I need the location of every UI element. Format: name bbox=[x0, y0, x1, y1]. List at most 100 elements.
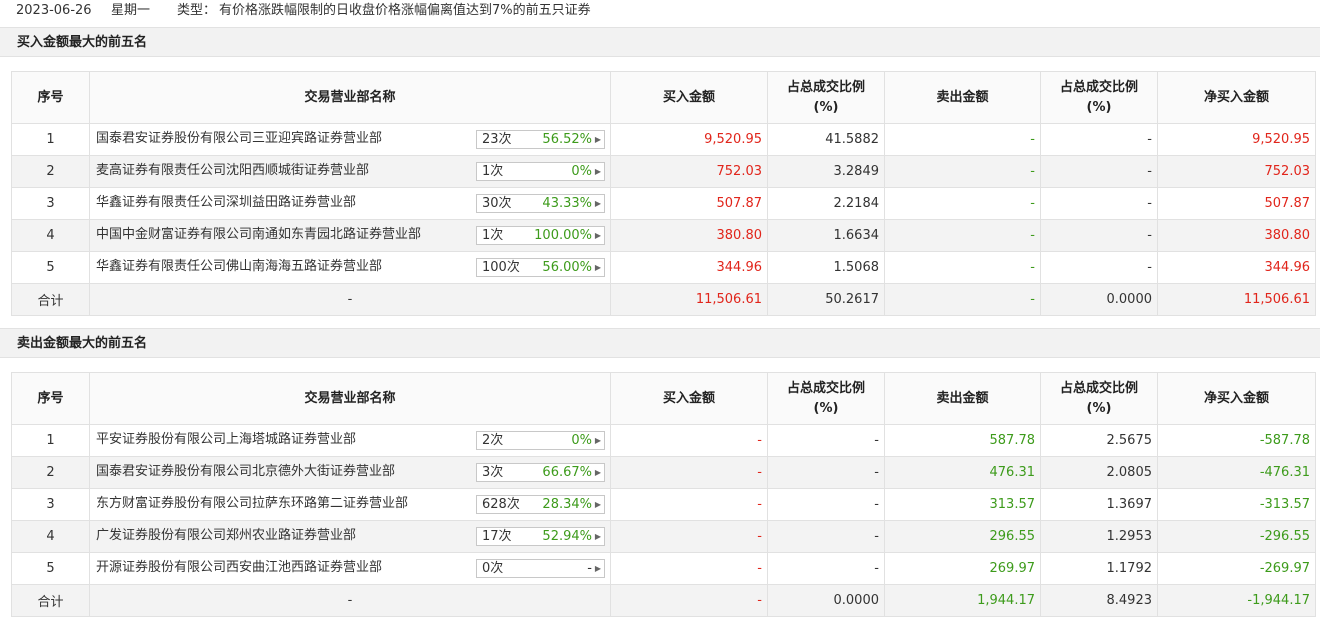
sell-pct-cell: - bbox=[1040, 155, 1158, 188]
branch-cell: 平安证券股份有限公司上海塔城路证券营业部 2次 0% ▶ bbox=[89, 424, 611, 457]
net-amount-cell: -313.57 bbox=[1157, 488, 1316, 521]
rank-cell: 4 bbox=[11, 520, 90, 553]
branch-times: 100次 bbox=[482, 260, 520, 275]
branch-cell: 华鑫证券有限责任公司佛山南海海五路证券营业部 100次 56.00% ▶ bbox=[89, 251, 611, 284]
branch-name-link[interactable]: 华鑫证券有限责任公司佛山南海海五路证券营业部 bbox=[96, 253, 382, 283]
table-row: 1 平安证券股份有限公司上海塔城路证券营业部 2次 0% ▶ - -587.78 2.5675… bbox=[11, 424, 1316, 457]
branch-name-link[interactable]: 麦高证券有限责任公司沈阳西顺城街证券营业部 bbox=[96, 157, 369, 187]
buy-amount-cell: - bbox=[610, 488, 768, 521]
buy-pct-cell: 1.6634 bbox=[767, 219, 885, 252]
table-row: 3 华鑫证券有限责任公司深圳益田路证券营业部 30次 43.33% ▶ 507.87 2.2… bbox=[11, 187, 1316, 220]
branch-stats-button[interactable]: 100次 56.00% ▶ bbox=[476, 258, 605, 277]
buy-amount-cell: - bbox=[610, 456, 768, 489]
col-buy-pct-line2: (%) bbox=[813, 400, 839, 416]
total-row: 合计 -11,506.61 50.2617-0.0000 11,506.61 bbox=[11, 283, 1316, 316]
branch-name-link[interactable]: 国泰君安证券股份有限公司北京德外大街证券营业部 bbox=[96, 458, 395, 488]
buy-pct-cell: 2.2184 bbox=[767, 187, 885, 220]
table-row: 5 华鑫证券有限责任公司佛山南海海五路证券营业部 100次 56.00% ▶ 344.96… bbox=[11, 251, 1316, 284]
col-net: 净买入金额 bbox=[1157, 372, 1316, 425]
branch-name-link[interactable]: 中国中金财富证券有限公司南通如东青园北路证券营业部 bbox=[96, 221, 421, 251]
col-sell: 卖出金额 bbox=[884, 71, 1041, 124]
sell-pct-cell: 1.2953 bbox=[1040, 520, 1158, 553]
col-rank: 序号 bbox=[11, 71, 90, 124]
branch-cell: 国泰君安证券股份有限公司北京德外大街证券营业部 3次 66.67% ▶ bbox=[89, 456, 611, 489]
caret-right-icon: ▶ bbox=[594, 231, 601, 240]
branch-times: 3次 bbox=[482, 465, 504, 480]
sell-table: 序号 交易营业部名称 买入金额 占总成交比例 (%) 卖出金额 占总成交比例 (%)… bbox=[11, 372, 1316, 617]
branch-cell: 东方财富证券股份有限公司拉萨东环路第二证券营业部 628次 28.34% ▶ bbox=[89, 488, 611, 521]
col-buy-pct-line1: 占总成交比例 bbox=[786, 380, 865, 396]
sell-amount-cell: 313.57 bbox=[884, 488, 1041, 521]
weekday: 星期一 bbox=[111, 3, 151, 18]
buy-pct-cell: - bbox=[767, 456, 885, 489]
branch-name-link[interactable]: 东方财富证券股份有限公司拉萨东环路第二证券营业部 bbox=[96, 490, 408, 520]
caret-right-icon: ▶ bbox=[594, 564, 601, 573]
net-amount-cell: 9,520.95 bbox=[1157, 123, 1316, 156]
total-name: - bbox=[89, 584, 611, 617]
total-buy: 11,506.61 bbox=[610, 283, 768, 316]
branch-stats-button[interactable]: 30次 43.33% ▶ bbox=[476, 194, 605, 213]
col-sell-pct-line1: 占总成交比例 bbox=[1059, 380, 1138, 396]
sell-amount-cell: 296.55 bbox=[884, 520, 1041, 553]
branch-stats-button[interactable]: 3次 66.67% ▶ bbox=[476, 463, 605, 482]
sell-amount-cell: - bbox=[884, 123, 1041, 156]
total-sell-pct: 0.0000 bbox=[1040, 283, 1158, 316]
buy-amount-cell: - bbox=[610, 552, 768, 585]
total-sell: 1,944.17 bbox=[884, 584, 1041, 617]
sell-amount-cell: - bbox=[884, 155, 1041, 188]
sell-pct-cell: - bbox=[1040, 251, 1158, 284]
branch-cell: 中国中金财富证券有限公司南通如东青园北路证券营业部 1次 100.00% ▶ bbox=[89, 219, 611, 252]
type-label: 类型： bbox=[177, 3, 217, 18]
col-rank: 序号 bbox=[11, 372, 90, 425]
branch-stats-button[interactable]: 1次 100.00% ▶ bbox=[476, 226, 605, 245]
net-amount-cell: -296.55 bbox=[1157, 520, 1316, 553]
col-buy-pct: 占总成交比例 (%) bbox=[767, 372, 885, 425]
sell-pct-cell: 2.0805 bbox=[1040, 456, 1158, 489]
rank-cell: 2 bbox=[11, 456, 90, 489]
branch-stats-button[interactable]: 2次 0% ▶ bbox=[476, 431, 605, 450]
col-name: 交易营业部名称 bbox=[89, 71, 611, 124]
branch-stats-button[interactable]: 1次 0% ▶ bbox=[476, 162, 605, 181]
buy-table-body: 1 国泰君安证券股份有限公司三亚迎宾路证券营业部 23次 56.52% ▶ 9,520.9… bbox=[11, 123, 1316, 316]
total-sell: - bbox=[884, 283, 1041, 316]
table-row: 4 中国中金财富证券有限公司南通如东青园北路证券营业部 1次 100.00% ▶ 380.… bbox=[11, 219, 1316, 252]
total-row: 合计 - -0.0000 1,944.17 8.4923 -1,944.17 bbox=[11, 584, 1316, 617]
caret-right-icon: ▶ bbox=[594, 263, 601, 272]
table-row: 1 国泰君安证券股份有限公司三亚迎宾路证券营业部 23次 56.52% ▶ 9,520.9… bbox=[11, 123, 1316, 156]
table-row: 3 东方财富证券股份有限公司拉萨东环路第二证券营业部 628次 28.34% ▶ - -31… bbox=[11, 488, 1316, 521]
buy-pct-cell: - bbox=[767, 424, 885, 457]
buy-amount-cell: 9,520.95 bbox=[610, 123, 768, 156]
sell-pct-cell: - bbox=[1040, 123, 1158, 156]
branch-name-link[interactable]: 开源证券股份有限公司西安曲江池西路证券营业部 bbox=[96, 554, 382, 584]
type-text: 有价格涨跌幅限制的日收盘价格涨幅偏离值达到7%的前五只证券 bbox=[219, 3, 591, 18]
buy-amount-cell: 507.87 bbox=[610, 187, 768, 220]
branch-cell: 国泰君安证券股份有限公司三亚迎宾路证券营业部 23次 56.52% ▶ bbox=[89, 123, 611, 156]
buy-pct-cell: - bbox=[767, 552, 885, 585]
buy-pct-cell: 41.5882 bbox=[767, 123, 885, 156]
branch-times: 2次 bbox=[482, 433, 504, 448]
table-row: 5 开源证券股份有限公司西安曲江池西路证券营业部 0次 - ▶ - -269.97 1.179… bbox=[11, 552, 1316, 585]
branch-name-link[interactable]: 广发证券股份有限公司郑州农业路证券营业部 bbox=[96, 522, 356, 552]
caret-right-icon: ▶ bbox=[594, 135, 601, 144]
branch-stats-button[interactable]: 0次 - ▶ bbox=[476, 559, 605, 578]
branch-stats-button[interactable]: 628次 28.34% ▶ bbox=[476, 495, 605, 514]
total-label: 合计 bbox=[11, 584, 90, 617]
caret-right-icon: ▶ bbox=[594, 468, 601, 477]
caret-right-icon: ▶ bbox=[594, 436, 601, 445]
branch-name-link[interactable]: 国泰君安证券股份有限公司三亚迎宾路证券营业部 bbox=[96, 125, 382, 155]
branch-times: 1次 bbox=[482, 228, 504, 243]
col-sell-pct-line2: (%) bbox=[1086, 400, 1112, 416]
branch-name-link[interactable]: 华鑫证券有限责任公司深圳益田路证券营业部 bbox=[96, 189, 356, 219]
total-buy-pct: 0.0000 bbox=[767, 584, 885, 617]
branch-stats-button[interactable]: 17次 52.94% ▶ bbox=[476, 527, 605, 546]
table-row: 2 国泰君安证券股份有限公司北京德外大街证券营业部 3次 66.67% ▶ - -476.3… bbox=[11, 456, 1316, 489]
rank-cell: 5 bbox=[11, 552, 90, 585]
rank-cell: 3 bbox=[11, 488, 90, 521]
sell-amount-cell: 269.97 bbox=[884, 552, 1041, 585]
branch-name-link[interactable]: 平安证券股份有限公司上海塔城路证券营业部 bbox=[96, 426, 356, 456]
total-label: 合计 bbox=[11, 283, 90, 316]
branch-stats-button[interactable]: 23次 56.52% ▶ bbox=[476, 130, 605, 149]
sell-section-title: 卖出金额最大的前五名 bbox=[17, 336, 148, 351]
branch-win-rate: 66.67% bbox=[542, 465, 592, 480]
buy-table-header: 序号 交易营业部名称 买入金额 占总成交比例 (%) 卖出金额 占总成交比例 (%)… bbox=[11, 71, 1316, 124]
